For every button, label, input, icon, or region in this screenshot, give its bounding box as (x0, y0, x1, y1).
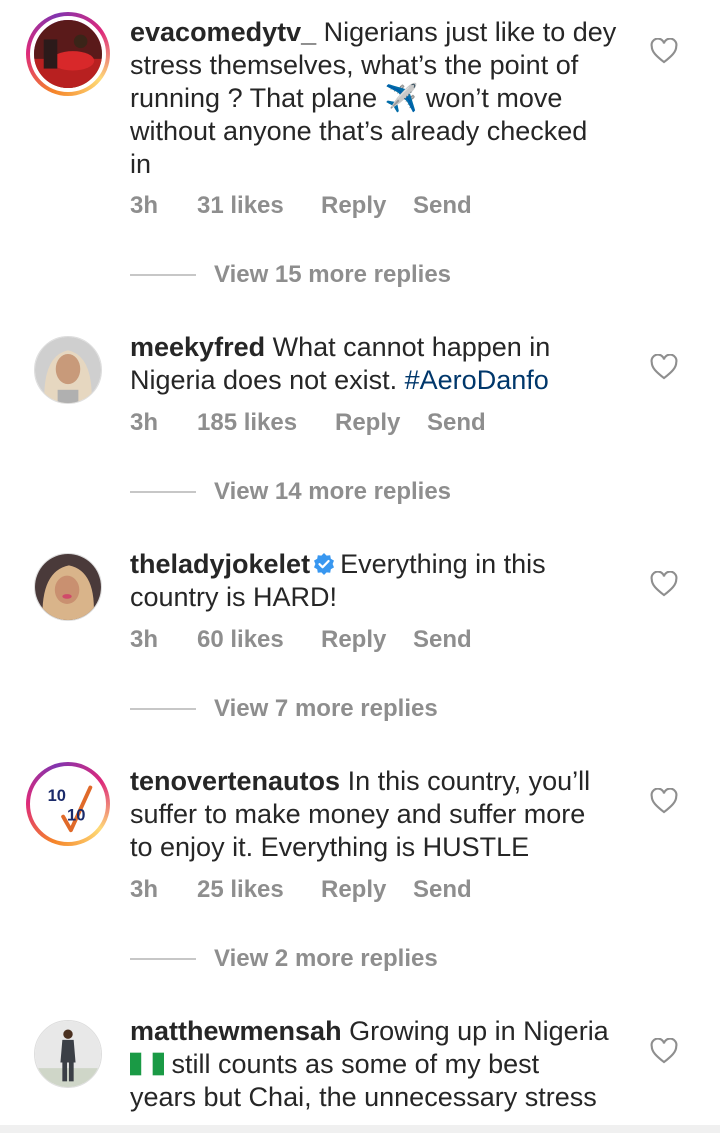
avatar[interactable] (26, 12, 110, 96)
view-replies-label[interactable]: View 7 more replies (214, 695, 438, 723)
divider-line (130, 708, 196, 710)
comment-meta: 3h 60 likes Reply Send (130, 625, 472, 655)
comment-meta: 3h 185 likes Reply Send (130, 408, 486, 438)
likes-count[interactable]: 60 likes (197, 625, 321, 655)
divider-line (130, 491, 196, 493)
reply-button[interactable]: Reply (321, 625, 413, 655)
avatar[interactable] (34, 553, 102, 621)
view-replies[interactable]: View 14 more replies (130, 477, 451, 507)
comment-username[interactable]: meekyfred (130, 332, 265, 362)
view-replies-label[interactable]: View 14 more replies (214, 478, 451, 506)
comment-username[interactable]: evacomedytv_ (130, 17, 316, 47)
comment-meta: 3h 25 likes Reply Send (130, 875, 472, 905)
nigeria-flag-emoji (130, 1052, 164, 1076)
comment-text: theladyjokelet Everything in this countr… (130, 549, 546, 612)
avatar-photo (35, 337, 101, 403)
comment-time: 3h (130, 626, 159, 653)
comment-text: meekyfred What cannot happen in Nigeria … (130, 332, 551, 395)
comment-time: 3h (130, 876, 159, 903)
likes-count[interactable]: 185 likes (197, 408, 335, 438)
send-button[interactable]: Send (427, 408, 486, 438)
bottom-edge (0, 1125, 720, 1133)
avatar-photo (34, 20, 102, 88)
comment-text: matthewmensah Growing up in Nigeria stil… (130, 1016, 609, 1112)
comment-time: 3h (130, 409, 159, 436)
view-replies[interactable]: View 15 more replies (130, 260, 451, 290)
avatar-photo (35, 1021, 101, 1087)
divider-line (130, 274, 196, 276)
comment-username[interactable]: tenovertenautos (130, 766, 340, 796)
logo-number-top: 10 (48, 787, 66, 805)
heart-outline-icon[interactable] (650, 788, 678, 814)
divider-line (130, 958, 196, 960)
comments-feed: evacomedytv_ Nigerians just like to dey … (0, 0, 720, 1133)
avatar-logo: 10 10 (34, 770, 102, 838)
comment-time: 3h (130, 192, 159, 219)
avatar-photo (35, 554, 101, 620)
avatar[interactable] (34, 1020, 102, 1088)
heart-outline-icon[interactable] (650, 1038, 678, 1064)
comment-meta: 3h 31 likes Reply Send (130, 191, 472, 221)
view-replies[interactable]: View 7 more replies (130, 694, 438, 724)
airplane-emoji: ✈️ (384, 83, 419, 113)
comment-username[interactable]: matthewmensah (130, 1016, 342, 1046)
verified-badge-icon (314, 553, 335, 575)
send-button[interactable]: Send (413, 875, 472, 905)
view-replies-label[interactable]: View 2 more replies (214, 945, 438, 973)
send-button[interactable]: Send (413, 625, 472, 655)
avatar[interactable] (34, 336, 102, 404)
comment-text: evacomedytv_ Nigerians just like to dey … (130, 17, 617, 179)
comment-username[interactable]: theladyjokelet (130, 549, 310, 579)
comment-text: tenovertenautos In this country, you’ll … (130, 766, 591, 862)
avatar[interactable]: 10 10 (26, 762, 110, 846)
reply-button[interactable]: Reply (321, 875, 413, 905)
logo-number-bottom: 10 (67, 807, 85, 825)
view-replies[interactable]: View 2 more replies (130, 944, 438, 974)
send-button[interactable]: Send (413, 191, 472, 221)
heart-outline-icon[interactable] (650, 354, 678, 380)
likes-count[interactable]: 25 likes (197, 875, 321, 905)
hashtag-link[interactable]: #AeroDanfo (405, 365, 549, 395)
reply-button[interactable]: Reply (321, 191, 413, 221)
view-replies-label[interactable]: View 15 more replies (214, 261, 451, 289)
likes-count[interactable]: 31 likes (197, 191, 321, 221)
reply-button[interactable]: Reply (335, 408, 427, 438)
heart-outline-icon[interactable] (650, 571, 678, 597)
heart-outline-icon[interactable] (650, 38, 678, 64)
